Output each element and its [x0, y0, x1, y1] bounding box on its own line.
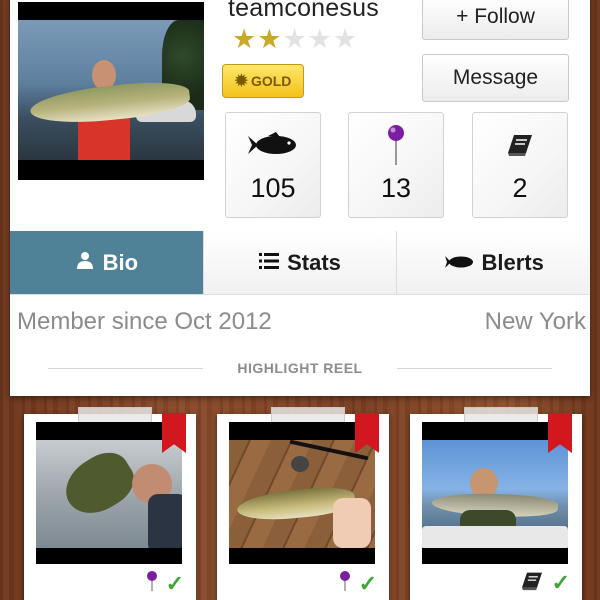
profile-tabs: Bio Stats Blerts: [10, 231, 591, 295]
highlight-icons: ✓: [146, 570, 184, 597]
star-icon: ★: [307, 24, 332, 54]
highlight-card[interactable]: ✓: [410, 407, 582, 600]
location: New York: [484, 308, 586, 335]
gold-badge: ✹ GOLD: [222, 64, 304, 98]
book-icon: [506, 119, 534, 171]
pin-icon: [339, 570, 351, 597]
profile-avatar[interactable]: [18, 2, 204, 180]
check-icon: ✓: [358, 570, 377, 596]
check-icon: ✓: [165, 570, 184, 596]
pins-count: 13: [380, 173, 412, 203]
avatar-photo: [18, 20, 204, 160]
highlight-photo: [36, 422, 182, 564]
highlight-photo: [229, 422, 375, 564]
tab-stats[interactable]: Stats: [203, 231, 398, 294]
username: teamconesus: [228, 0, 379, 22]
tab-blerts-label: Blerts: [481, 249, 544, 275]
tab-stats-label: Stats: [287, 249, 341, 275]
star-icon: ★: [232, 24, 257, 54]
profile-card: teamconesus ★ ★ ★ ★ ★ ✹ GOLD + Follow Me…: [10, 0, 591, 396]
highlight-icons: ✓: [339, 570, 377, 597]
stat-fish[interactable]: 105: [225, 112, 321, 218]
star-icon: ★: [332, 24, 358, 54]
stat-pins[interactable]: 13: [348, 112, 444, 218]
follow-button[interactable]: + Follow: [422, 0, 569, 40]
highlight-photo: [422, 422, 568, 564]
logs-count: 2: [512, 173, 528, 203]
list-icon: [259, 250, 280, 276]
check-icon: ✓: [551, 570, 570, 595]
tab-blerts[interactable]: Blerts: [397, 231, 591, 294]
divider: [397, 368, 552, 369]
highlight-icons: ✓: [520, 570, 570, 596]
star-icon: ★: [257, 24, 282, 54]
person-icon: [75, 250, 95, 276]
sun-icon: ✹: [234, 73, 248, 90]
star-icon: ★: [282, 24, 307, 54]
member-since: Member since Oct 2012: [17, 308, 272, 335]
highlight-card[interactable]: ✓: [24, 407, 196, 600]
message-button[interactable]: Message: [422, 54, 569, 102]
badge-label: GOLD: [250, 73, 292, 89]
pin-icon: [146, 570, 158, 597]
tab-bio[interactable]: Bio: [10, 231, 204, 294]
fish-icon: [246, 119, 300, 171]
rating-stars: ★ ★ ★ ★ ★: [232, 24, 358, 54]
pin-icon: [385, 119, 407, 171]
fish-icon: [444, 250, 474, 276]
book-icon: [520, 571, 544, 596]
highlight-card[interactable]: ✓: [217, 407, 389, 600]
tab-bio-label: Bio: [102, 249, 139, 275]
fish-count: 105: [250, 173, 296, 203]
stat-logs[interactable]: 2: [472, 112, 568, 218]
